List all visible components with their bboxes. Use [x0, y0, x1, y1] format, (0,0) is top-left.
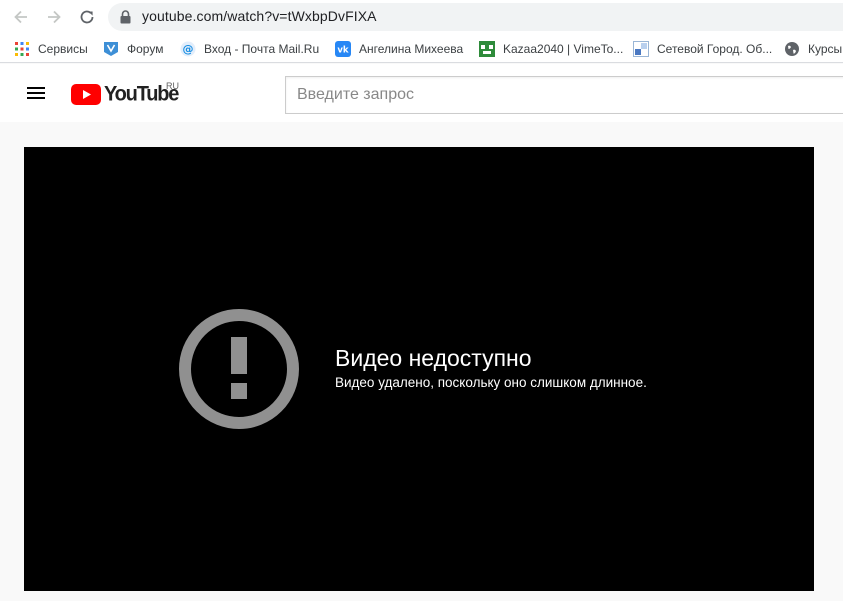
search-box[interactable]	[285, 76, 843, 114]
bookmark-services[interactable]: Сервисы	[14, 39, 88, 59]
bookmarks-bar: Сервисы Форум @ Вход - Почта Mail.Ru vk …	[0, 34, 843, 63]
lock-icon[interactable]	[120, 10, 131, 24]
globe-icon	[784, 41, 800, 57]
youtube-play-icon	[71, 83, 101, 105]
netcity-icon	[633, 41, 649, 57]
forward-icon	[48, 10, 61, 24]
bookmark-mailru[interactable]: @ Вход - Почта Mail.Ru	[180, 39, 319, 59]
browser-toolbar: youtube.com/watch?v=tWxbpDvFIXA	[0, 0, 843, 34]
bookmark-label: Вход - Почта Mail.Ru	[204, 42, 320, 56]
apps-grid-icon	[14, 41, 30, 57]
bookmark-label: Ангелина Михеева	[359, 42, 464, 56]
reload-button[interactable]	[75, 5, 99, 29]
bookmark-netcity[interactable]: Сетевой Город. Об...	[633, 39, 772, 59]
bookmark-forum[interactable]: Форум	[103, 39, 163, 59]
error-title: Видео недоступно	[335, 345, 532, 371]
bookmark-vk[interactable]: vk Ангелина Михеева	[335, 39, 463, 59]
bookmark-label: Форум	[127, 42, 164, 56]
bookmark-vimetop[interactable]: Kazaa2040 | VimeTo...	[479, 39, 623, 59]
mailru-icon: @	[180, 41, 196, 57]
vimetop-icon	[479, 41, 495, 57]
forum-icon	[103, 41, 119, 57]
youtube-logo[interactable]: YouTube	[71, 82, 179, 105]
menu-icon[interactable]	[24, 81, 48, 105]
error-reason: Видео удалено, поскольку оно слишком дли…	[335, 375, 647, 390]
video-player[interactable]: Видео недоступно Видео удалено, поскольк…	[24, 147, 814, 591]
bookmark-label: Сетевой Город. Об...	[657, 42, 773, 56]
bookmark-courses[interactable]: Курсы	[784, 39, 842, 59]
vk-icon: vk	[335, 41, 351, 57]
reload-icon	[80, 10, 94, 24]
address-bar[interactable]: youtube.com/watch?v=tWxbpDvFIXA	[108, 3, 843, 31]
exclamation-circle-icon	[179, 309, 299, 429]
forward-button[interactable]	[42, 5, 66, 29]
back-icon	[14, 10, 27, 24]
logo-region: RU	[166, 81, 179, 91]
back-button[interactable]	[9, 5, 33, 29]
svg-text:vk: vk	[337, 46, 349, 56]
bookmark-label: Kazaa2040 | VimeTo...	[503, 42, 624, 56]
svg-text:@: @	[183, 43, 194, 56]
search-input[interactable]	[286, 77, 843, 113]
bookmark-label: Сервисы	[38, 42, 88, 56]
youtube-header: YouTube RU	[0, 64, 843, 122]
bookmark-label: Курсы	[808, 42, 843, 56]
url-text[interactable]: youtube.com/watch?v=tWxbpDvFIXA	[142, 8, 377, 24]
